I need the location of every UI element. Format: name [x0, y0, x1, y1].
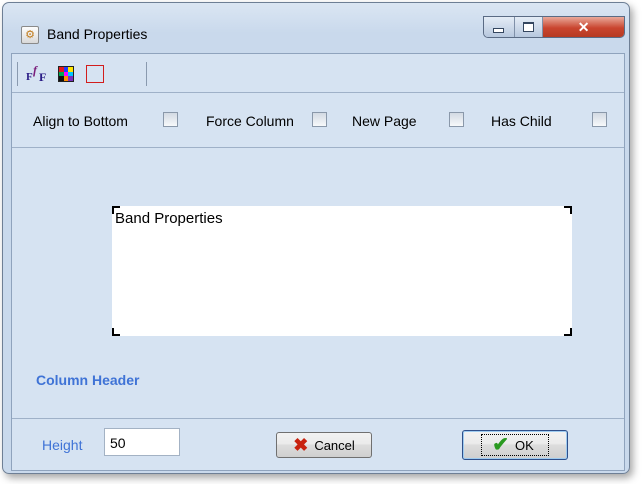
- toolbar: F f F: [12, 54, 624, 93]
- palette-swatch: [68, 76, 73, 81]
- band-properties-window: ⚙ Band Properties ✕ F f F Align to Botto…: [2, 2, 630, 474]
- caption-buttons: ✕: [483, 16, 625, 38]
- ok-button-label: OK: [514, 437, 534, 453]
- font-icon[interactable]: F f F: [26, 63, 50, 84]
- align-to-bottom-checkbox[interactable]: [163, 112, 178, 127]
- window-title: Band Properties: [47, 26, 148, 42]
- align-to-bottom-label: Align to Bottom: [33, 113, 128, 129]
- ok-focus-ring: ✔ OK: [481, 434, 549, 456]
- minimize-icon: [493, 27, 505, 33]
- band-preview-panel: Band Properties Column Header: [12, 148, 624, 419]
- band-preview-text: Band Properties: [115, 210, 223, 227]
- minimize-button[interactable]: [484, 17, 515, 37]
- cancel-x-icon: ✖: [293, 435, 309, 455]
- has-child-checkbox[interactable]: [592, 112, 607, 127]
- dialog-client-area: F f F Align to Bottom Force Column New P…: [11, 53, 625, 471]
- new-page-checkbox[interactable]: [449, 112, 464, 127]
- maximize-button[interactable]: [514, 17, 544, 37]
- height-label: Height: [42, 437, 83, 453]
- close-icon: ✕: [577, 18, 590, 35]
- title-bar[interactable]: ⚙ Band Properties ✕: [3, 3, 629, 47]
- toolbar-separator: [146, 62, 147, 86]
- maximize-icon: [522, 22, 534, 32]
- force-column-label: Force Column: [206, 113, 294, 129]
- selection-handle[interactable]: [112, 328, 120, 336]
- selection-handle[interactable]: [564, 206, 572, 214]
- checkmark-icon: ✔: [492, 434, 509, 456]
- color-palette-icon[interactable]: [58, 66, 74, 82]
- app-icon[interactable]: ⚙: [21, 26, 39, 44]
- has-child-label: Has Child: [491, 113, 552, 129]
- bottom-bar: Height 50 ✖ Cancel ✔ OK: [12, 419, 624, 470]
- band-type-label: Column Header: [36, 372, 140, 388]
- border-icon[interactable]: [86, 65, 104, 83]
- close-button[interactable]: ✕: [543, 17, 624, 37]
- band-preview-box[interactable]: Band Properties: [112, 206, 572, 336]
- cancel-button-label: Cancel: [314, 437, 355, 453]
- ok-button[interactable]: ✔ OK: [462, 430, 568, 460]
- toolbar-separator: [17, 62, 18, 86]
- new-page-label: New Page: [352, 113, 417, 129]
- height-input[interactable]: 50: [104, 428, 180, 456]
- cancel-button[interactable]: ✖ Cancel: [276, 432, 372, 458]
- band-options: Align to Bottom Force Column New Page Ha…: [12, 93, 624, 148]
- force-column-checkbox[interactable]: [312, 112, 327, 127]
- selection-handle[interactable]: [564, 328, 572, 336]
